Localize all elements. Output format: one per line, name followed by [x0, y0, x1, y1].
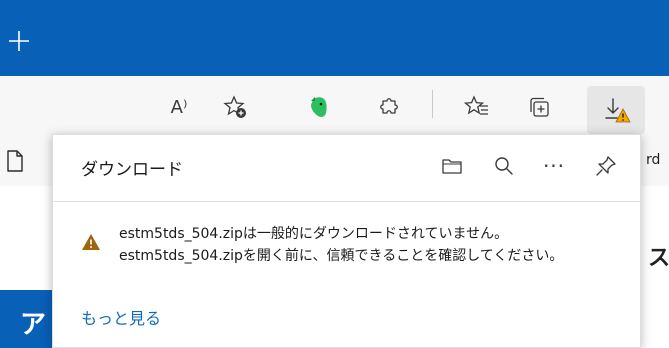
page-block-text: ア [20, 310, 47, 340]
collections-button[interactable] [522, 90, 556, 124]
downloads-button[interactable] [587, 86, 645, 134]
pin-button[interactable] [589, 149, 623, 183]
extensions-button[interactable] [372, 90, 406, 124]
page-text-fragment: ス [648, 246, 669, 271]
favorites-item-partial[interactable]: rd [646, 152, 660, 168]
downloads-panel: ダウンロード ··· estm5tds_504.zipは一般的にダウンロードされ… [52, 134, 641, 348]
more-options-button[interactable]: ··· [537, 149, 571, 183]
read-aloud-button[interactable]: A⁾ [162, 90, 196, 124]
extensions-icon [380, 98, 398, 114]
collections-icon [530, 97, 549, 117]
warning-message: estm5tds_504.zipは一般的にダウンロードされていません。 estm… [119, 223, 639, 267]
add-favorite-button[interactable] [218, 90, 252, 124]
toolbar: A⁾ [0, 76, 669, 136]
downloads-title: ダウンロード [81, 160, 183, 180]
see-more-link[interactable]: もっと見る [81, 305, 161, 329]
warning-line-1: estm5tds_504.zipは一般的にダウンロードされていません。 [119, 226, 509, 242]
search-icon [495, 157, 513, 175]
evernote-button[interactable] [302, 90, 336, 124]
search-downloads-button[interactable] [487, 149, 521, 183]
warning-icon [82, 234, 100, 250]
folder-icon [442, 159, 462, 174]
page-icon[interactable] [4, 148, 26, 178]
pin-icon [596, 156, 616, 176]
add-favorite-icon [223, 95, 246, 118]
evernote-icon [311, 97, 327, 117]
toolbar-separator [432, 90, 433, 118]
warning-line-2: estm5tds_504.zipを開く前に、信頼できることを確認してください。 [119, 248, 564, 264]
favorites-button[interactable] [460, 90, 494, 124]
more-icon: ··· [542, 154, 566, 178]
panel-divider [53, 201, 640, 202]
open-folder-button[interactable] [435, 149, 469, 183]
downloads-icon [605, 98, 631, 123]
favorites-icon [464, 95, 488, 115]
new-tab-icon[interactable] [6, 28, 32, 54]
title-bar [0, 0, 669, 76]
read-aloud-icon: A⁾ [170, 96, 188, 118]
